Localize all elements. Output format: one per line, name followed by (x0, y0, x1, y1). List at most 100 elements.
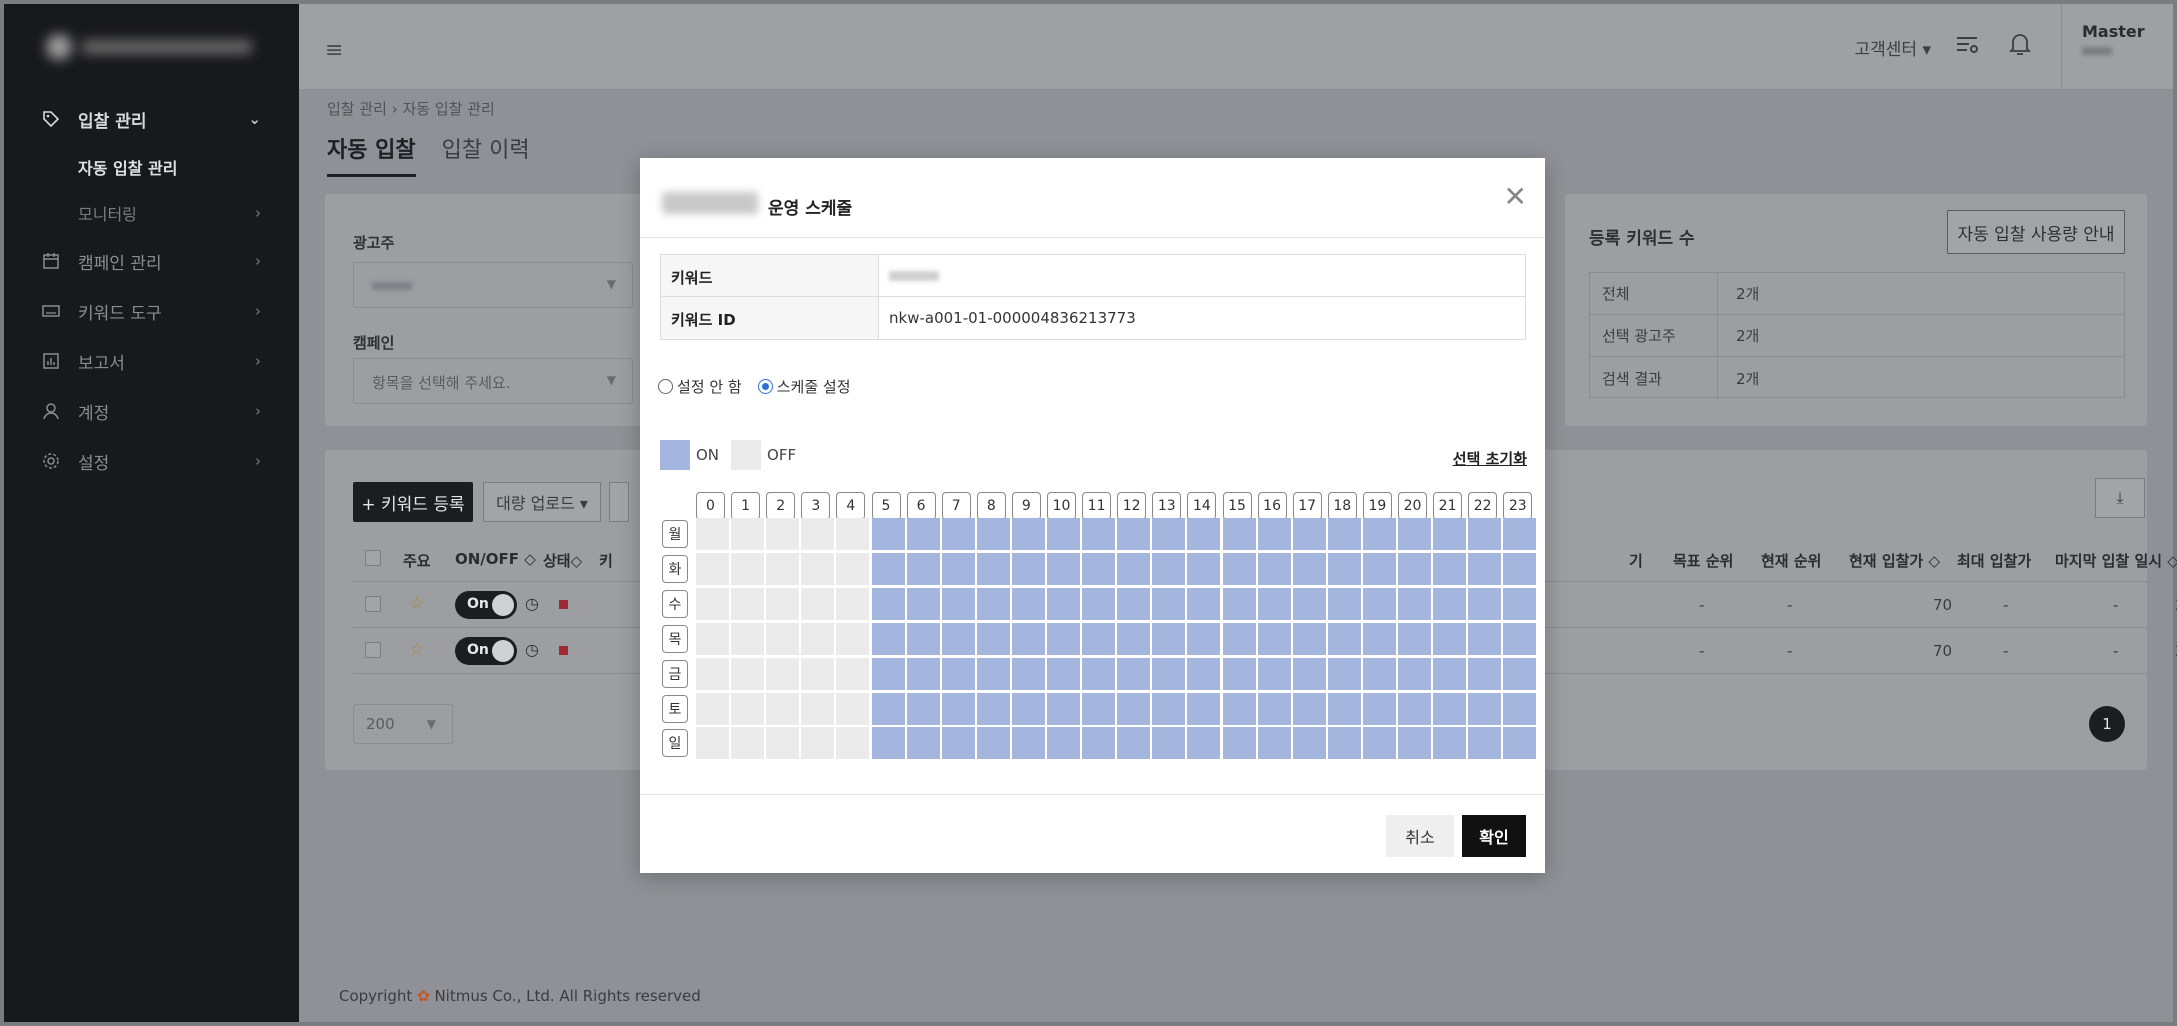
schedule-cell[interactable] (1433, 587, 1467, 620)
schedule-cell[interactable] (1503, 587, 1537, 620)
schedule-cell[interactable] (1187, 552, 1221, 585)
schedule-cell[interactable] (1292, 587, 1326, 620)
sidebar-item-bid-management[interactable]: 입찰 관리 ⌄ (4, 94, 299, 144)
schedule-cell[interactable] (1117, 587, 1151, 620)
schedule-cell[interactable] (731, 587, 765, 620)
schedule-cell[interactable] (1398, 657, 1431, 690)
add-keyword-button[interactable]: + 키워드 등록 (353, 482, 473, 522)
user-menu[interactable]: Master (2061, 4, 2173, 90)
sidebar-item-campaign[interactable]: 캠페인 관리 › (4, 236, 299, 286)
schedule-cell[interactable] (1503, 692, 1537, 725)
hour-header-10[interactable]: 10 (1047, 492, 1076, 520)
schedule-cell[interactable] (696, 587, 729, 620)
hour-header-3[interactable]: 3 (801, 492, 831, 520)
schedule-cell[interactable] (1082, 518, 1116, 550)
col-max-bid[interactable]: 최대 입찰가 (1957, 550, 2031, 571)
radio-schedule[interactable] (757, 379, 773, 394)
schedule-cell[interactable] (836, 727, 870, 760)
schedule-cell[interactable] (1327, 692, 1361, 725)
schedule-cell[interactable] (1082, 657, 1116, 690)
schedule-cell[interactable] (1292, 727, 1326, 760)
schedule-cell[interactable] (731, 692, 765, 725)
schedule-cell[interactable] (1047, 727, 1080, 760)
schedule-cell[interactable] (731, 552, 765, 585)
pagination-page[interactable]: 1 (2089, 706, 2125, 742)
sidebar-item-keyword-tool[interactable]: 키워드 도구 › (4, 286, 299, 336)
hour-header-18[interactable]: 18 (1327, 492, 1357, 520)
schedule-cell[interactable] (1468, 657, 1502, 690)
schedule-cell[interactable] (696, 552, 729, 585)
schedule-cell[interactable] (1082, 622, 1116, 655)
schedule-cell[interactable] (1327, 552, 1361, 585)
hour-header-12[interactable]: 12 (1117, 492, 1147, 520)
schedule-cell[interactable] (1468, 587, 1502, 620)
schedule-cell[interactable] (1468, 727, 1502, 760)
customer-center-menu[interactable]: 고객센터 ▾ (1855, 35, 1932, 60)
schedule-cell[interactable] (1222, 622, 1256, 655)
schedule-cell[interactable] (801, 657, 835, 690)
schedule-cell[interactable] (941, 692, 975, 725)
radio-no-schedule-label[interactable]: 설정 안 함 (677, 376, 742, 397)
schedule-cell[interactable] (976, 552, 1010, 585)
schedule-cell[interactable] (1152, 587, 1186, 620)
schedule-cell[interactable] (1433, 692, 1467, 725)
schedule-cell[interactable] (941, 657, 975, 690)
schedule-cell[interactable] (1117, 727, 1151, 760)
schedule-cell[interactable] (1292, 622, 1326, 655)
schedule-cell[interactable] (1398, 587, 1431, 620)
schedule-cell[interactable] (1257, 727, 1291, 760)
schedule-cell[interactable] (1362, 552, 1396, 585)
row-checkbox[interactable] (365, 596, 381, 612)
col-current-bid[interactable]: 현재 입찰가 ◇ (1849, 550, 1940, 571)
schedule-cell[interactable] (731, 727, 765, 760)
reset-selection-link[interactable]: 선택 초기화 (1453, 448, 1527, 469)
schedule-cell[interactable] (871, 727, 905, 760)
schedule-cell[interactable] (941, 552, 975, 585)
col-keyword[interactable]: 키 (599, 550, 613, 571)
schedule-cell[interactable] (1398, 552, 1431, 585)
day-header-6[interactable]: 일 (662, 729, 688, 758)
schedule-cell[interactable] (766, 727, 800, 760)
schedule-cell[interactable] (1327, 587, 1361, 620)
bell-icon[interactable] (2008, 32, 2032, 62)
sidebar-item-account[interactable]: 계정 › (4, 386, 299, 436)
schedule-cell[interactable] (1433, 622, 1467, 655)
schedule-cell[interactable] (1187, 587, 1221, 620)
schedule-cell[interactable] (1362, 727, 1396, 760)
tab-bid-history[interactable]: 입찰 이력 (442, 132, 530, 177)
row-checkbox[interactable] (365, 642, 381, 658)
col-current-rank[interactable]: 현재 순위 (1761, 550, 1821, 571)
schedule-cell[interactable] (1011, 692, 1045, 725)
schedule-cell[interactable] (906, 518, 940, 550)
day-header-0[interactable]: 월 (662, 520, 688, 548)
schedule-cell[interactable] (1362, 657, 1396, 690)
schedule-cell[interactable] (1117, 622, 1151, 655)
schedule-cell[interactable] (1082, 587, 1116, 620)
schedule-cell[interactable] (976, 692, 1010, 725)
schedule-cell[interactable] (1398, 727, 1431, 760)
schedule-cell[interactable] (836, 692, 870, 725)
schedule-cell[interactable] (1222, 657, 1256, 690)
schedule-cell[interactable] (1222, 552, 1256, 585)
hour-header-4[interactable]: 4 (836, 492, 866, 520)
hour-header-21[interactable]: 21 (1433, 492, 1463, 520)
schedule-cell[interactable] (1117, 552, 1151, 585)
schedule-cell[interactable] (941, 727, 975, 760)
col-status[interactable]: 상태◇ (543, 550, 582, 571)
sidebar-subitem-monitoring[interactable]: 모니터링 › (4, 190, 299, 236)
schedule-cell[interactable] (1152, 622, 1186, 655)
close-icon[interactable]: ✕ (1504, 180, 1527, 213)
schedule-cell[interactable] (1503, 518, 1537, 550)
hour-header-20[interactable]: 20 (1398, 492, 1427, 520)
schedule-cell[interactable] (1222, 587, 1256, 620)
onoff-toggle[interactable]: On (455, 637, 517, 665)
onoff-toggle[interactable]: On (455, 591, 517, 619)
bulk-upload-button[interactable]: 대량 업로드 ▾ (483, 482, 601, 522)
day-header-1[interactable]: 화 (662, 554, 688, 583)
schedule-cell[interactable] (906, 657, 940, 690)
download-button[interactable]: ⤓ (2095, 478, 2145, 518)
schedule-cell[interactable] (1292, 657, 1326, 690)
day-header-4[interactable]: 금 (662, 659, 688, 688)
col-device[interactable]: 기 (1629, 550, 1643, 571)
hour-header-2[interactable]: 2 (766, 492, 796, 520)
